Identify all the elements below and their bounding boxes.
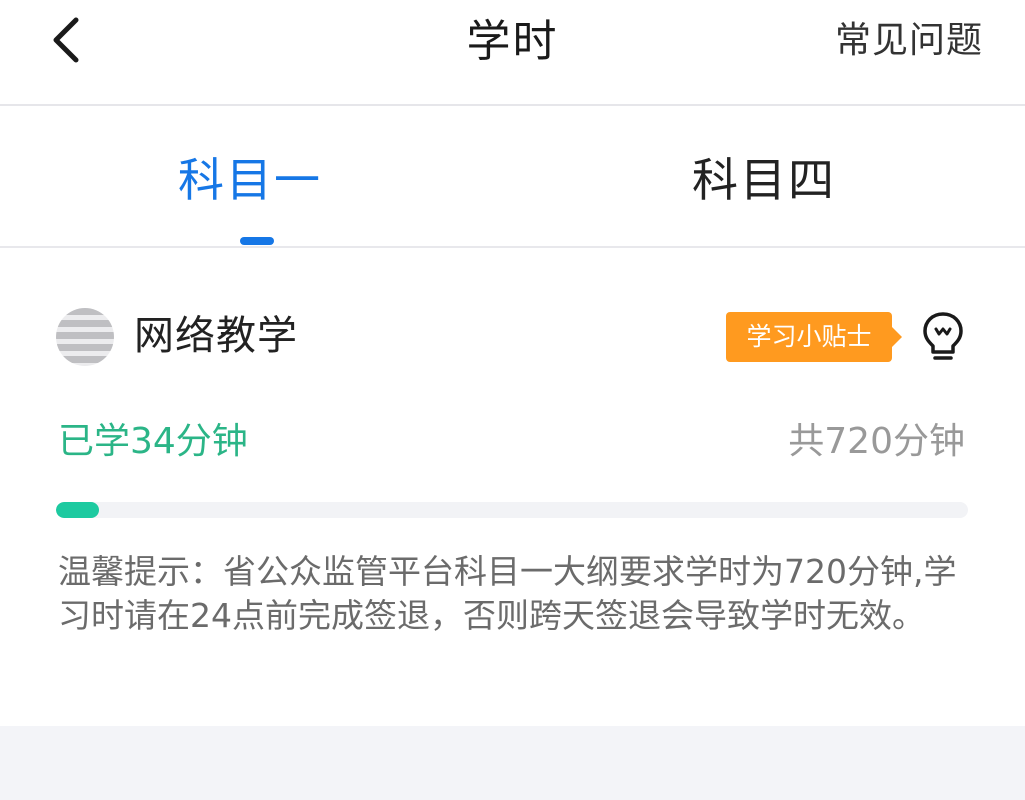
- course-card: 网络教学 学习小贴士 已学34分钟 共720分钟 温馨提示：省公众监管平台科目一…: [0, 248, 1025, 726]
- course-name: 网络教学: [134, 313, 298, 359]
- study-tips-button[interactable]: 学习小贴士: [726, 312, 902, 362]
- tab-subject-four[interactable]: 科目四: [692, 150, 836, 210]
- faq-link[interactable]: 常见问题: [835, 18, 983, 64]
- study-progress-bar: [56, 502, 968, 518]
- study-progress-fill: [56, 502, 100, 518]
- active-tab-indicator: [240, 237, 274, 245]
- lightbulb-icon[interactable]: [920, 310, 966, 364]
- total-minutes-label: 共720分钟: [788, 421, 965, 462]
- tab-subject-one[interactable]: 科目一: [178, 150, 322, 210]
- top-bar: 学时 常见问题: [0, 0, 1025, 106]
- notice-text: 温馨提示：省公众监管平台科目一大纲要求学时为720分钟,学习时请在24点前完成签…: [58, 552, 957, 635]
- studied-minutes-label: 已学34分钟: [58, 421, 248, 462]
- course-avatar-icon: [56, 308, 114, 366]
- subject-tabs: 科目一 科目四: [0, 106, 1025, 248]
